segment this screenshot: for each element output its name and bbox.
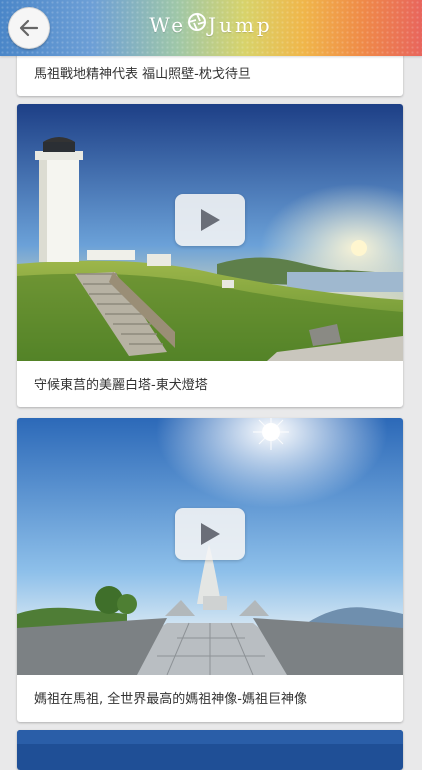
video-card[interactable]: 守候東莒的美麗白塔-東犬燈塔 [17, 104, 403, 407]
video-title: 媽祖在馬祖, 全世界最高的媽祖神像-媽祖巨神像 [34, 692, 307, 707]
brand-right: Jump [208, 13, 273, 37]
video-card[interactable] [17, 730, 403, 770]
video-title: 守候東莒的美麗白塔-東犬燈塔 [34, 378, 208, 393]
app-header: We Jump [0, 0, 422, 56]
play-button[interactable] [175, 508, 245, 560]
video-thumbnail[interactable] [17, 730, 403, 770]
play-button[interactable] [175, 194, 245, 246]
brand-left: We [149, 13, 187, 37]
play-icon [201, 209, 220, 231]
app-logo: We Jump [0, 13, 422, 37]
aperture-icon [187, 12, 207, 37]
video-card[interactable]: 媽祖在馬祖, 全世界最高的媽祖神像-媽祖巨神像 [17, 418, 403, 722]
play-icon [201, 523, 220, 545]
video-title: 馬祖戰地精神代表 福山照壁-枕戈待旦 [34, 67, 251, 82]
